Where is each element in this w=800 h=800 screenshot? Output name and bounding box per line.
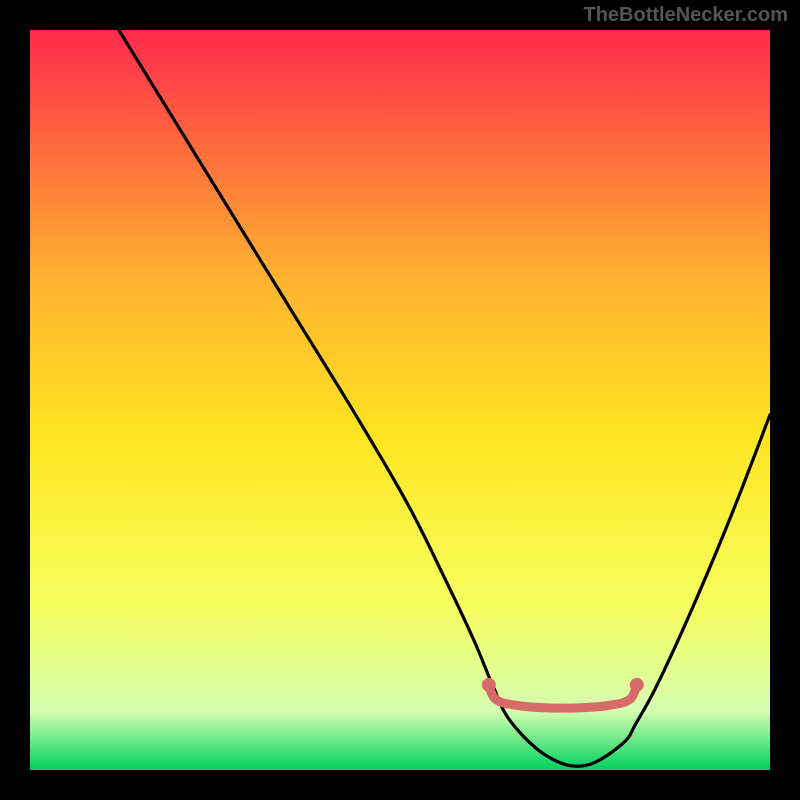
chart-svg (30, 30, 770, 770)
chart-area (30, 30, 770, 770)
marker-dot (482, 678, 496, 692)
marker-dot (630, 678, 644, 692)
gradient-background (30, 30, 770, 770)
watermark-text: TheBottleNecker.com (583, 4, 788, 27)
